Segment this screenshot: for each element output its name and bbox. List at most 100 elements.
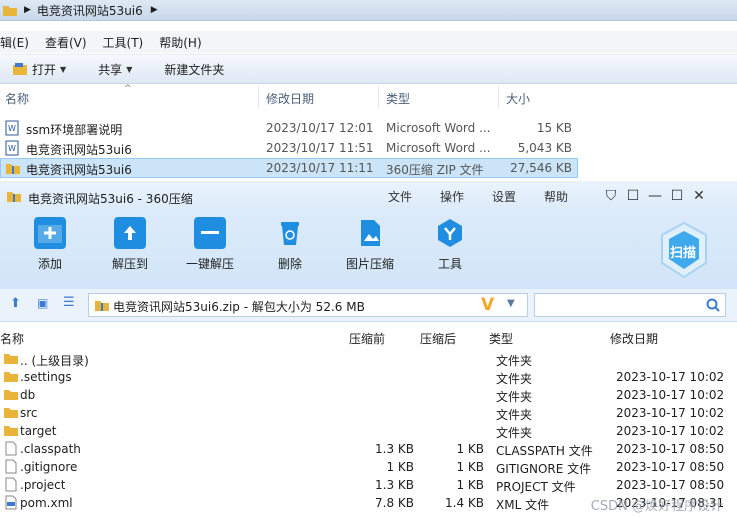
explorer-column-header: 名称 ^ 修改日期 类型 大小 [0, 84, 578, 108]
file-icon [5, 441, 17, 456]
column-date[interactable]: 修改日期 [610, 330, 658, 347]
file-name: ssm环境部署说明 [26, 123, 123, 137]
archive-entry-row[interactable]: db 文件夹 2023-10-17 10:02 [0, 386, 737, 404]
menu-help[interactable]: 帮助 [544, 188, 568, 205]
column-type[interactable]: 类型 [386, 90, 410, 107]
dropdown-arrow-icon[interactable]: ▼ [507, 298, 515, 309]
archive-entry-row[interactable]: .classpath 1.3 KB 1 KB CLASSPATH 文件 2023-10-… [0, 440, 737, 458]
entry-date: 2023-10-17 10:02 [616, 388, 725, 402]
archive-entry-row[interactable]: target 文件夹 2023-10-17 10:02 [0, 422, 737, 440]
one-click-extract-icon [194, 217, 226, 249]
skin-shirt-icon[interactable]: ⛉ [600, 188, 622, 204]
entry-name: .project [20, 478, 66, 492]
window-title: 电竞资讯网站53ui6 - 360压缩 [28, 192, 193, 206]
zip-archive-icon [95, 301, 109, 311]
scan-button[interactable]: 扫描 [658, 221, 710, 279]
file-row[interactable]: W ssm环境部署说明 2023/10/17 12:01 Microsoft W… [0, 118, 578, 138]
zip-archive-icon [6, 164, 20, 174]
file-date: 2023/10/17 12:01 [266, 121, 374, 135]
chevron-right-icon[interactable]: ▶ [151, 5, 158, 15]
archive-entry-row[interactable]: .settings 文件夹 2023-10-17 10:02 [0, 368, 737, 386]
image-compress-button[interactable]: 图片压缩 [330, 217, 410, 272]
share-button[interactable]: 共享 ▼ [98, 61, 132, 78]
image-compress-icon [354, 217, 386, 249]
entry-type: CLASSPATH 文件 [496, 444, 593, 458]
file-row[interactable]: W 电竞资讯网站53ui6 2023/10/17 11:51 Microsoft… [0, 138, 578, 158]
column-name[interactable]: 名称 [0, 330, 24, 347]
one-click-extract-label: 一键解压 [185, 257, 234, 271]
new-folder-button-label: 新建文件夹 [164, 62, 225, 77]
menu-file[interactable]: 文件 [388, 188, 412, 205]
search-icon[interactable] [706, 298, 720, 312]
entry-size-before: 1.3 KB [375, 478, 414, 492]
file-size: 27,546 KB [510, 161, 572, 175]
one-click-extract-button[interactable]: 一键解压 [170, 217, 250, 272]
entry-name: db [20, 388, 36, 402]
open-button-label: 打开 [32, 62, 57, 77]
open-button[interactable]: 打开 ▼ [12, 61, 66, 78]
scan-label: 扫描 [670, 246, 697, 261]
word-doc-icon: W [5, 140, 19, 156]
entry-date: 2023-10-17 10:02 [616, 406, 725, 420]
entry-date: 2023-10-17 08:50 [616, 478, 725, 492]
archive-entry-row[interactable]: .. (上级目录) 文件夹 [0, 350, 737, 368]
feedback-icon[interactable]: ☐ [622, 188, 644, 204]
entry-name: target [20, 424, 57, 438]
chevron-right-icon[interactable]: ▶ [24, 5, 31, 15]
verified-v-icon[interactable]: V [481, 295, 494, 315]
list-view-icon[interactable]: ☰ [63, 295, 75, 310]
archiver-column-header: 名称 压缩前 压缩后 类型 修改日期 [0, 325, 737, 347]
extract-to-button[interactable]: 解压到 [90, 217, 170, 272]
archive-path-field[interactable]: 电竞资讯网站53ui6.zip - 解包大小为 52.6 MB V ▼ [88, 293, 528, 317]
xml-file-icon [5, 495, 17, 510]
menu-settings[interactable]: 设置 [492, 188, 516, 205]
entry-type: 文件夹 [496, 372, 533, 386]
menu-tools[interactable]: 工具(T) [103, 34, 144, 51]
entry-type: XML 文件 [496, 498, 550, 512]
archiver-titlebar[interactable]: 电竞资讯网站53ui6 - 360压缩 文件 操作 设置 帮助 ⛉ ☐ — ☐ … [0, 181, 737, 211]
file-size: 15 KB [536, 121, 572, 135]
entry-date: 2023-10-17 10:02 [616, 370, 725, 384]
archive-entry-row[interactable]: src 文件夹 2023-10-17 10:02 [0, 404, 737, 422]
tools-button[interactable]: 工具 [410, 217, 490, 272]
delete-button[interactable]: 删除 [250, 217, 330, 272]
column-size[interactable]: 大小 [506, 90, 530, 107]
folder-icon [4, 408, 18, 418]
folder-icon [4, 354, 18, 364]
entry-name: pom.xml [20, 496, 73, 510]
archive-entry-row[interactable]: .project 1.3 KB 1 KB PROJECT 文件 2023-10-17 0… [0, 476, 737, 494]
thumbnail-view-icon[interactable]: ▣ [37, 296, 48, 310]
menu-view[interactable]: 查看(V) [45, 34, 87, 51]
column-size-after[interactable]: 压缩后 [420, 330, 456, 347]
folder-icon [4, 390, 18, 400]
archive-entry-row[interactable]: .gitignore 1 KB 1 KB GITIGNORE 文件 2023-10-17… [0, 458, 737, 476]
add-button[interactable]: 添加 [10, 217, 90, 272]
entry-type: 文件夹 [496, 426, 533, 440]
explorer-address-bar[interactable]: ▶ 电竞资讯网站53ui6 ▶ [0, 0, 737, 21]
menu-operate[interactable]: 操作 [440, 188, 464, 205]
new-folder-button[interactable]: 新建文件夹 [164, 61, 224, 78]
search-input[interactable] [534, 293, 726, 317]
archiver-window: 电竞资讯网站53ui6 - 360压缩 文件 操作 设置 帮助 ⛉ ☐ — ☐ … [0, 181, 737, 518]
entry-date: 2023-10-17 10:02 [616, 424, 725, 438]
entry-size-before: 7.8 KB [375, 496, 414, 510]
column-type[interactable]: 类型 [489, 330, 513, 347]
up-arrow-icon[interactable]: ⬆ [10, 296, 21, 311]
file-name: 电竞资讯网站53ui6 [26, 163, 132, 177]
file-size: 5,043 KB [517, 141, 572, 155]
entry-name: .classpath [20, 442, 81, 456]
maximize-icon[interactable]: ☐ [666, 188, 688, 204]
column-date[interactable]: 修改日期 [266, 90, 314, 107]
entry-type: 文件夹 [496, 408, 533, 422]
breadcrumb[interactable]: 电竞资讯网站53ui6 [37, 2, 143, 19]
explorer-file-list: W ssm环境部署说明 2023/10/17 12:01 Microsoft W… [0, 118, 580, 180]
menu-edit[interactable]: 辑(E) [0, 34, 29, 51]
entry-size-before: 1.3 KB [375, 442, 414, 456]
menu-help[interactable]: 帮助(H) [159, 34, 201, 51]
close-icon[interactable]: ✕ [688, 188, 710, 204]
minimize-icon[interactable]: — [644, 188, 666, 204]
share-button-label: 共享 [98, 62, 123, 77]
column-name[interactable]: 名称 [5, 90, 29, 107]
column-size-before[interactable]: 压缩前 [349, 330, 385, 347]
file-row-selected[interactable]: 电竞资讯网站53ui6 2023/10/17 11:11 360压缩 ZIP 文… [0, 158, 578, 178]
